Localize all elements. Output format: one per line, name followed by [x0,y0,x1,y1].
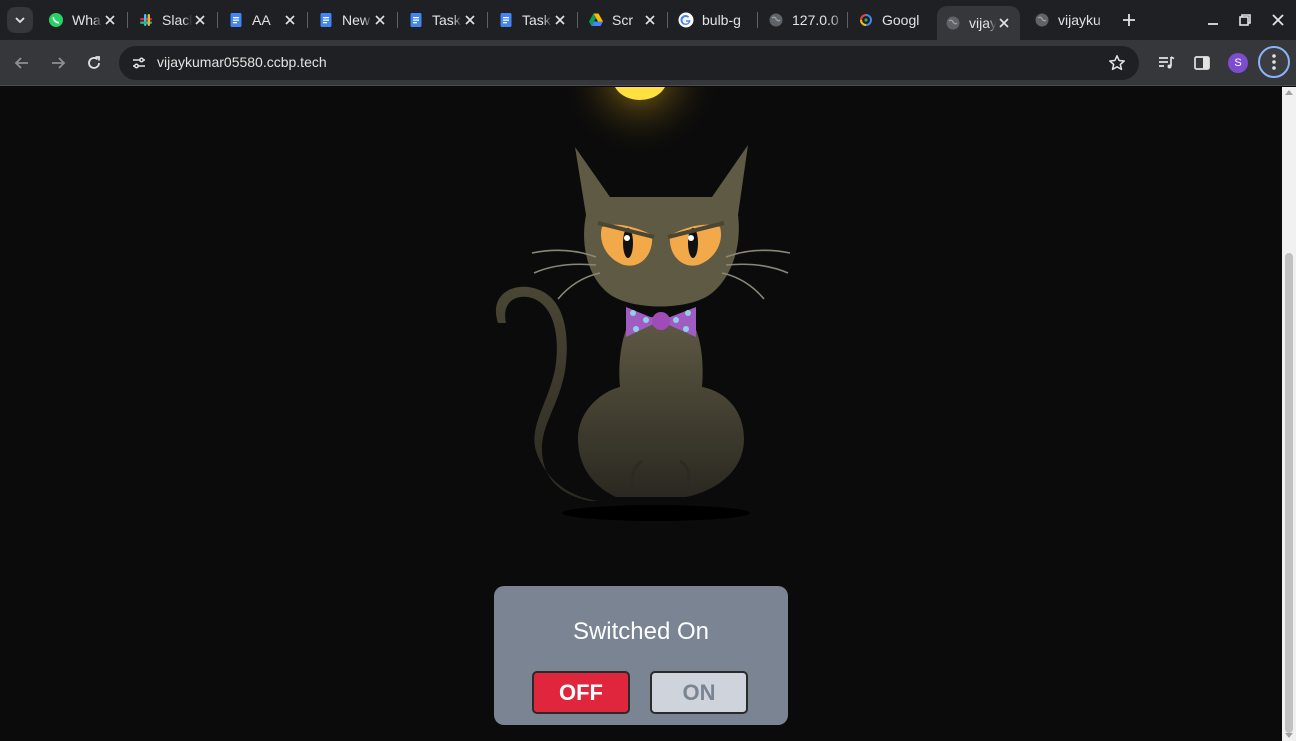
close-window-button[interactable] [1268,10,1288,30]
tab-search-button[interactable] [7,7,33,33]
arrow-right-icon [52,57,66,69]
url-text: vijaykumar05580.ccbp.tech [157,54,327,70]
tab-separator [217,12,218,28]
tab-separator [127,12,128,28]
tab-separator [577,12,578,28]
browser-menu-button[interactable] [1258,46,1290,78]
maximize-button[interactable] [1235,10,1255,30]
slack-icon [138,12,154,28]
tab-separator [757,12,758,28]
side-panel-button[interactable] [1190,51,1214,75]
cat-shadow [562,505,750,521]
chevron-down-icon [15,17,25,24]
minimize-icon [1208,23,1218,25]
tab-doc-aa[interactable]: AA [220,6,306,34]
switch-panel: Switched On OFF ON [494,586,788,725]
tab-title: vijayku [1058,12,1101,28]
status-text: Switched On [572,618,710,645]
tab-title: WhatsApp [72,12,102,28]
close-icon[interactable] [282,12,298,28]
close-icon[interactable] [552,12,568,28]
tab-google-search[interactable]: bulb-g [670,6,756,34]
close-icon[interactable] [102,12,118,28]
close-icon[interactable] [462,12,478,28]
close-icon[interactable] [192,12,208,28]
tab-localhost[interactable]: 127.0.0 [760,6,846,34]
tab-title: Task [522,12,551,28]
scroll-down-icon[interactable] [1285,733,1293,738]
docs-icon [228,12,244,28]
tab-separator [307,12,308,28]
tab-title: Slack [162,12,192,28]
browser-toolbar: vijaykumar05580.ccbp.tech S [0,40,1296,86]
tab-slack[interactable]: Slack [130,6,216,34]
tab-title: bulb-g [702,12,741,28]
globe-icon [1034,12,1050,28]
forward-button[interactable] [44,49,72,77]
site-info-icon[interactable] [127,51,151,75]
close-icon[interactable] [996,15,1012,31]
google-icon [678,12,694,28]
cat-body [578,317,744,497]
cat-tail [495,286,598,501]
scroll-up-icon[interactable] [1285,90,1293,95]
off-button[interactable]: OFF [532,671,630,714]
page-scrollbar[interactable] [1282,87,1296,741]
docs-icon [318,12,334,28]
tab-title: AA [252,12,271,28]
whatsapp-icon [48,12,64,28]
on-button[interactable]: ON [650,671,748,714]
tab-doc-new[interactable]: New [310,6,396,34]
close-icon [1272,14,1284,26]
globe-icon [768,12,784,28]
tab-separator [667,12,668,28]
restore-icon [1239,14,1251,26]
globe-icon [945,15,961,31]
more-vertical-icon [1272,54,1276,70]
tab-active-vijaykumar[interactable]: vijaykumar [937,6,1020,40]
address-bar[interactable]: vijaykumar05580.ccbp.tech [119,46,1139,80]
tab-title: New [342,12,371,28]
tab-separator [847,12,848,28]
tab-title: Googl [882,12,920,28]
tab-title: 127.0.0 [792,12,839,28]
tab-title: vijaykumar [969,15,996,31]
back-button[interactable] [8,49,36,77]
close-icon[interactable] [642,12,658,28]
tab-title: Task [432,12,461,28]
reload-button[interactable] [80,49,108,77]
close-icon[interactable] [372,12,388,28]
new-tab-button[interactable] [1118,9,1140,31]
reload-icon [88,56,100,69]
tab-separator [397,12,398,28]
tab-title: Scr [612,12,633,28]
tab-vijaykumar-2[interactable]: vijayku [1026,6,1112,34]
minimize-button[interactable] [1203,10,1223,30]
tab-doc-task-2[interactable]: Task [490,6,576,34]
tab-whatsapp[interactable]: WhatsApp [40,6,126,34]
arrow-left-icon [14,57,28,69]
side-panel-icon [1194,56,1210,70]
tab-separator [487,12,488,28]
tab-strip: WhatsApp Slack AA New Task Task Scr [0,0,1296,40]
scrollbar-thumb[interactable] [1285,253,1293,733]
tab-google-lens[interactable]: Googl [850,6,936,34]
drive-icon [588,12,604,28]
plus-icon [1123,14,1135,26]
profile-avatar[interactable]: S [1228,53,1248,73]
lens-icon [858,12,874,28]
docs-icon [498,12,514,28]
docs-icon [408,12,424,28]
media-controls-button[interactable] [1154,51,1178,75]
bookmark-star-icon[interactable] [1107,53,1127,73]
tab-doc-task-1[interactable]: Task [400,6,486,34]
queue-music-icon [1159,56,1175,69]
page-viewport: Switched On OFF ON [0,87,1282,741]
tab-drive[interactable]: Scr [580,6,666,34]
